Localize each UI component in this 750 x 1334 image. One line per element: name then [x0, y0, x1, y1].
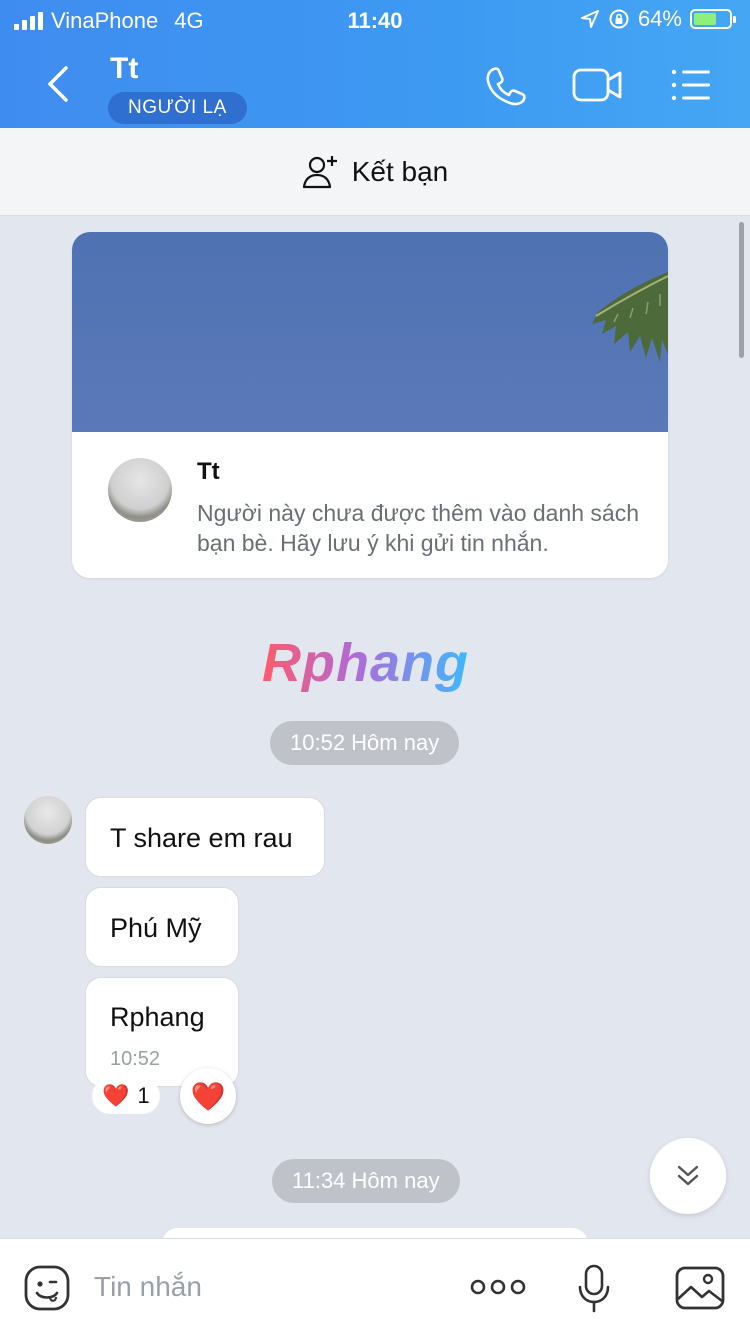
video-call-icon[interactable] [570, 64, 626, 106]
message-bubble[interactable]: T share em rau [85, 797, 325, 877]
battery-icon [690, 9, 736, 29]
location-icon [580, 10, 599, 28]
time-separator: 10:52 Hôm nay [270, 721, 460, 765]
time-separator: 11:34 Hôm nay [272, 1159, 460, 1203]
message-bubble[interactable]: Phú Mỹ [85, 887, 239, 967]
message-input[interactable] [94, 1263, 454, 1311]
profile-avatar[interactable] [108, 458, 172, 522]
message-text: Phú Mỹ [110, 913, 202, 943]
microphone-icon[interactable] [576, 1263, 612, 1315]
top-bar: VinaPhone 4G 11:40 64% Tt NGƯỜI LẠ [0, 0, 750, 128]
more-options-icon[interactable] [470, 1273, 526, 1301]
phone-call-icon[interactable] [480, 64, 536, 106]
status-bar: VinaPhone 4G 11:40 64% [0, 0, 750, 42]
message-time: 10:52 [110, 1048, 161, 1070]
profile-card[interactable]: Tt Người này chưa được thêm vào danh sác… [72, 232, 668, 578]
profile-description: Người này chưa được thêm vào danh sách b… [197, 500, 640, 556]
battery-percent: 64% [637, 6, 682, 31]
rotation-lock-icon [609, 9, 629, 29]
message-composer [0, 1238, 750, 1334]
double-chevron-down-icon [677, 1165, 699, 1186]
add-friend-label: Kết bạn [351, 155, 449, 187]
profile-cover-photo [72, 232, 668, 432]
sender-avatar[interactable] [24, 796, 72, 844]
contact-name[interactable]: Tt [110, 52, 138, 86]
menu-list-icon[interactable] [664, 64, 720, 106]
stranger-badge: NGƯỜI LẠ [108, 92, 247, 124]
add-friend-bar[interactable]: Kết bạn [0, 128, 750, 216]
message-text: T share em rau [110, 823, 293, 853]
reaction-count: 1 [137, 1083, 150, 1108]
reaction-summary[interactable]: ❤️ 1 [92, 1078, 160, 1114]
react-button[interactable]: ❤️ [180, 1068, 236, 1124]
sticker-icon[interactable] [22, 1263, 72, 1313]
add-friend-icon [302, 155, 337, 188]
image-gallery-icon[interactable] [674, 1265, 726, 1311]
palm-leaf-image [592, 272, 668, 362]
heart-icon: ❤️ [190, 1080, 226, 1112]
heart-reaction-icon: ❤️ [102, 1083, 130, 1108]
scroll-to-bottom-button[interactable] [650, 1138, 726, 1214]
message-text: Rphang [110, 1002, 205, 1032]
back-button[interactable] [40, 62, 80, 106]
chat-header: Tt NGƯỜI LẠ [0, 42, 750, 128]
watermark-logo: Rphang [262, 633, 469, 693]
profile-name: Tt [197, 458, 220, 485]
scrollbar[interactable] [739, 222, 744, 358]
